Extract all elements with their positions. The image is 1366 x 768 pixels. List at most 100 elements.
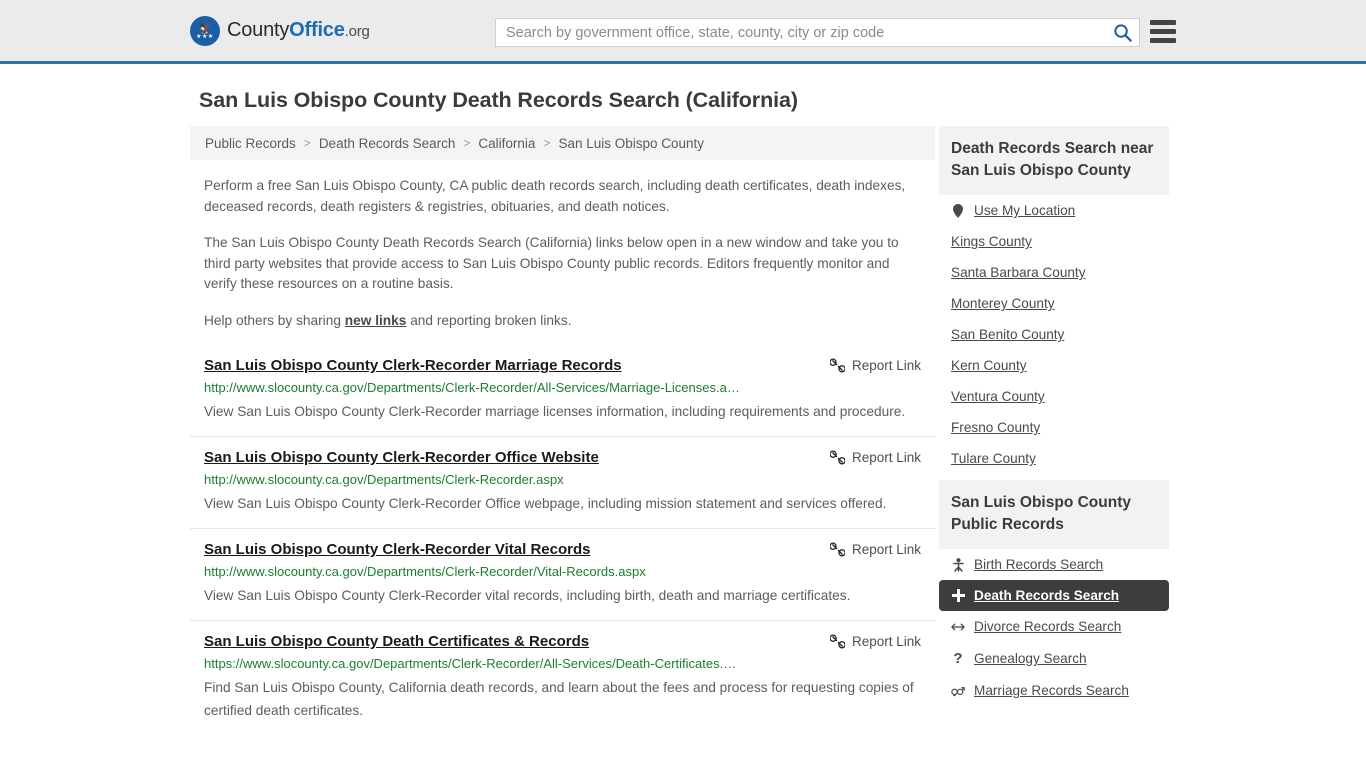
hamburger-bar xyxy=(1150,20,1176,25)
nearby-searches-panel: Death Records Search near San Luis Obisp… xyxy=(939,126,1169,474)
question-mark-icon: ? xyxy=(953,650,963,667)
intro-paragraph-2: The San Luis Obispo County Death Records… xyxy=(204,235,899,291)
result-title-link[interactable]: San Luis Obispo County Clerk-Recorder Of… xyxy=(204,449,599,467)
sidebar-item-label: Ventura County xyxy=(951,389,1045,404)
cross-icon xyxy=(951,589,965,602)
broken-link-icon xyxy=(829,634,845,649)
result-description: View San Luis Obispo County Clerk-Record… xyxy=(204,496,887,511)
result-url: http://www.slocounty.ca.gov/Departments/… xyxy=(204,564,646,579)
breadcrumb-item-california[interactable]: California xyxy=(478,136,535,151)
sidebar-item-santa-barbara-county[interactable]: Santa Barbara County xyxy=(939,257,1169,288)
results-list: San Luis Obispo County Clerk-Recorder Ma… xyxy=(190,345,935,735)
intro-text-before: Help others by sharing xyxy=(204,312,345,328)
sidebar-item-label: Use My Location xyxy=(974,203,1076,218)
sidebar-item-ventura-county[interactable]: Ventura County xyxy=(939,381,1169,412)
result-url: http://www.slocounty.ca.gov/Departments/… xyxy=(204,380,740,395)
search-bar xyxy=(495,18,1140,47)
sidebar-item-label: Marriage Records Search xyxy=(974,683,1129,698)
sidebar-item-birth-records-search[interactable]: Birth Records Search xyxy=(939,549,1169,580)
sidebar-item-label: Divorce Records Search xyxy=(974,619,1122,634)
sidebar-item-san-benito-county[interactable]: San Benito County xyxy=(939,319,1169,350)
main-content: Public Records > Death Records Search > … xyxy=(190,126,935,735)
sidebar-item-kern-county[interactable]: Kern County xyxy=(939,350,1169,381)
nearby-searches-heading: Death Records Search near San Luis Obisp… xyxy=(939,126,1169,195)
intro-paragraph-3: Help others by sharing new links and rep… xyxy=(204,311,921,332)
sidebar-item-monterey-county[interactable]: Monterey County xyxy=(939,288,1169,319)
sidebar-item-divorce-records-search[interactable]: Divorce Records Search xyxy=(939,611,1169,642)
map-pin-icon xyxy=(951,203,965,218)
intro-section: Perform a free San Luis Obispo County, C… xyxy=(190,176,935,331)
sidebar-item-label: San Benito County xyxy=(951,327,1065,342)
result-title-link[interactable]: San Luis Obispo County Clerk-Recorder Vi… xyxy=(204,541,590,559)
sidebar: Death Records Search near San Luis Obisp… xyxy=(939,126,1169,712)
result-url: https://www.slocounty.ca.gov/Departments… xyxy=(204,656,737,671)
result-url: http://www.slocounty.ca.gov/Departments/… xyxy=(204,472,564,487)
sidebar-item-label: Tulare County xyxy=(951,451,1036,466)
sidebar-item-marriage-records-search[interactable]: Marriage Records Search xyxy=(939,675,1169,706)
result-description: Find San Luis Obispo County, California … xyxy=(204,680,914,718)
sidebar-item-label: Kern County xyxy=(951,358,1027,373)
intro-text-after: and reporting broken links. xyxy=(406,312,572,328)
breadcrumb-item-public-records[interactable]: Public Records xyxy=(205,136,296,151)
logo-text: CountyOffice.org xyxy=(227,19,370,42)
hamburger-bar xyxy=(1150,29,1176,34)
sidebar-item-genealogy-search[interactable]: ? Genealogy Search xyxy=(939,642,1169,675)
result-description: View San Luis Obispo County Clerk-Record… xyxy=(204,404,906,419)
sidebar-item-kings-county[interactable]: Kings County xyxy=(939,226,1169,257)
report-link-label: Report Link xyxy=(851,450,921,465)
report-link-button[interactable]: Report Link xyxy=(829,633,921,649)
search-input[interactable] xyxy=(496,19,1105,46)
public-records-heading: San Luis Obispo County Public Records xyxy=(939,480,1169,549)
result-header: San Luis Obispo County Clerk-Recorder Vi… xyxy=(204,541,921,559)
stars-glyph: ★★★ xyxy=(196,33,214,40)
sidebar-item-label: Death Records Search xyxy=(974,588,1120,603)
logo-word-county: County xyxy=(227,19,290,41)
result-item: San Luis Obispo County Clerk-Recorder Of… xyxy=(190,436,935,528)
sidebar-item-use-my-location[interactable]: Use My Location xyxy=(939,195,1169,226)
breadcrumb-separator-icon: > xyxy=(463,136,471,150)
breadcrumb-item-san-luis-obispo-county[interactable]: San Luis Obispo County xyxy=(558,136,704,151)
site-header: 🦅 ★★★ CountyOffice.org xyxy=(0,0,1366,64)
sidebar-item-fresno-county[interactable]: Fresno County xyxy=(939,412,1169,443)
eagle-seal-icon: 🦅 ★★★ xyxy=(190,15,220,46)
sidebar-item-label: Kings County xyxy=(951,234,1032,249)
breadcrumb: Public Records > Death Records Search > … xyxy=(190,126,935,160)
search-button[interactable] xyxy=(1105,19,1139,46)
breadcrumb-separator-icon: > xyxy=(543,136,551,150)
page-title: San Luis Obispo County Death Records Sea… xyxy=(199,88,798,112)
sidebar-item-tulare-county[interactable]: Tulare County xyxy=(939,443,1169,474)
new-links-link[interactable]: new links xyxy=(345,313,407,328)
report-link-button[interactable]: Report Link xyxy=(829,541,921,557)
hamburger-bar xyxy=(1150,38,1176,43)
breadcrumb-item-death-records-search[interactable]: Death Records Search xyxy=(319,136,456,151)
report-link-label: Report Link xyxy=(851,634,921,649)
site-logo[interactable]: 🦅 ★★★ CountyOffice.org xyxy=(190,15,370,46)
gender-symbols-icon xyxy=(951,684,965,697)
broken-link-icon xyxy=(829,542,845,557)
logo-suffix: .org xyxy=(344,23,370,40)
logo-word-office: Office xyxy=(289,19,345,41)
report-link-button[interactable]: Report Link xyxy=(829,357,921,373)
nearby-searches-list: Use My Location Kings County Santa Barba… xyxy=(939,195,1169,474)
broken-link-icon xyxy=(829,358,845,373)
result-title-link[interactable]: San Luis Obispo County Death Certificate… xyxy=(204,633,589,651)
split-arrows-icon xyxy=(951,622,965,632)
report-link-label: Report Link xyxy=(851,542,921,557)
eagle-glyph: 🦅 xyxy=(198,22,213,35)
broken-link-icon xyxy=(829,450,845,465)
sidebar-item-label: Birth Records Search xyxy=(974,557,1104,572)
baby-icon xyxy=(951,557,965,572)
result-item: San Luis Obispo County Clerk-Recorder Vi… xyxy=(190,528,935,620)
report-link-button[interactable]: Report Link xyxy=(829,449,921,465)
result-description: View San Luis Obispo County Clerk-Record… xyxy=(204,588,851,603)
sidebar-item-death-records-search[interactable]: Death Records Search xyxy=(939,580,1169,611)
hamburger-menu-icon[interactable] xyxy=(1150,20,1176,43)
search-icon xyxy=(1113,24,1132,42)
intro-paragraph-1: Perform a free San Luis Obispo County, C… xyxy=(204,178,906,214)
result-item: San Luis Obispo County Death Certificate… xyxy=(190,620,935,735)
result-title-link[interactable]: San Luis Obispo County Clerk-Recorder Ma… xyxy=(204,357,622,375)
public-records-panel: San Luis Obispo County Public Records Bi… xyxy=(939,480,1169,706)
public-records-list: Birth Records Search Death Records Searc… xyxy=(939,549,1169,706)
result-header: San Luis Obispo County Clerk-Recorder Ma… xyxy=(204,357,921,375)
sidebar-item-label: Santa Barbara County xyxy=(951,265,1086,280)
